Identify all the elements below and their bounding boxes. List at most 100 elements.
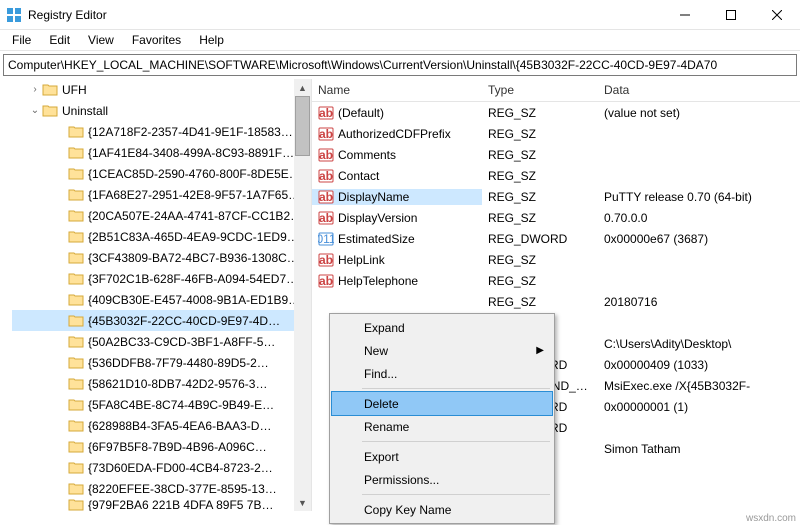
folder-icon <box>68 208 84 224</box>
folder-icon <box>68 145 84 161</box>
value-data: 0x00000e67 (3687) <box>604 232 708 246</box>
tree-label: {45B3032F-22CC-40CD-9E97-4D… <box>88 314 280 328</box>
tree-node[interactable]: {58621D10-8DB7-42D2-9576-3… <box>12 373 311 394</box>
tree-label: {536DDFB8-7F79-4480-89D5-2… <box>88 356 269 370</box>
scroll-thumb[interactable] <box>295 96 310 156</box>
svg-text:ab: ab <box>319 274 333 288</box>
menu-separator <box>362 388 550 389</box>
tree-label: {1AF41E84-3408-499A-8C93-8891F… <box>88 146 294 160</box>
menu-view[interactable]: View <box>80 31 122 49</box>
value-row[interactable]: REG_SZ20180716 <box>312 291 800 312</box>
column-name[interactable]: Name <box>312 83 482 97</box>
tree-node[interactable]: {3CF43809-BA72-4BC7-B936-1308C… <box>12 247 311 268</box>
value-type: REG_SZ <box>488 295 536 309</box>
value-type: REG_SZ <box>488 148 536 162</box>
tree-node[interactable]: {2B51C83A-465D-4EA9-9CDC-1ED9… <box>12 226 311 247</box>
tree-node[interactable]: {1FA68E27-2951-42E8-9F57-1A7F65… <box>12 184 311 205</box>
svg-text:ab: ab <box>319 169 333 183</box>
menu-item-export[interactable]: Export <box>332 445 552 468</box>
value-row[interactable]: abDisplayVersionREG_SZ0.70.0.0 <box>312 207 800 228</box>
string-value-icon: ab <box>318 273 334 289</box>
app-icon <box>6 7 22 23</box>
value-row[interactable]: ab(Default)REG_SZ(value not set) <box>312 102 800 123</box>
value-row[interactable]: abHelpTelephoneREG_SZ <box>312 270 800 291</box>
value-name: HelpLink <box>338 253 385 267</box>
value-row[interactable]: 011EstimatedSizeREG_DWORD0x00000e67 (368… <box>312 228 800 249</box>
tree-label: {1CEAC85D-2590-4760-800F-8DE5E… <box>88 167 301 181</box>
tree-label: {5FA8C4BE-8C74-4B9C-9B49-E… <box>88 398 274 412</box>
tree-node[interactable]: {50A2BC33-C9CD-3BF1-A8FF-5… <box>12 331 311 352</box>
scroll-up-icon[interactable]: ▲ <box>294 79 311 96</box>
menu-item-new[interactable]: New▶ <box>332 339 552 362</box>
tree-node[interactable]: {1AF41E84-3408-499A-8C93-8891F… <box>12 142 311 163</box>
window-title: Registry Editor <box>28 8 662 22</box>
tree-node[interactable]: {73D60EDA-FD00-4CB4-8723-2… <box>12 457 311 478</box>
menu-edit[interactable]: Edit <box>41 31 78 49</box>
string-value-icon: ab <box>318 252 334 268</box>
value-type: REG_SZ <box>488 106 536 120</box>
value-type: REG_SZ <box>488 253 536 267</box>
close-button[interactable] <box>754 0 800 30</box>
value-data: 0.70.0.0 <box>604 211 647 225</box>
tree-label: {3F702C1B-628F-46FB-A094-54ED7… <box>88 272 298 286</box>
value-name: EstimatedSize <box>338 232 415 246</box>
tree-label: {409CB30E-E457-4008-9B1A-ED1B9… <box>88 293 300 307</box>
submenu-arrow-icon: ▶ <box>536 345 544 356</box>
folder-icon <box>68 229 84 245</box>
tree-label: {8220EFEE-38CD-377E-8595-13… <box>88 482 277 496</box>
maximize-button[interactable] <box>708 0 754 30</box>
menu-item-find[interactable]: Find... <box>332 362 552 385</box>
tree-node[interactable]: {979F2BA6 221B 4DFA 89F5 7B… <box>12 499 311 511</box>
folder-icon <box>68 334 84 350</box>
column-data[interactable]: Data <box>598 83 800 97</box>
value-row[interactable]: ab HelpLink REG_SZ <box>312 249 800 270</box>
menu-item-delete[interactable]: Delete <box>332 392 552 415</box>
tree-node[interactable]: ⌄ Uninstall <box>12 100 311 121</box>
value-row[interactable]: abContactREG_SZ <box>312 165 800 186</box>
minimize-button[interactable] <box>662 0 708 30</box>
folder-icon <box>42 82 58 98</box>
expand-toggle[interactable]: ⌄ <box>28 105 42 116</box>
value-row[interactable]: abAuthorizedCDFPrefixREG_SZ <box>312 123 800 144</box>
tree-label: Uninstall <box>62 104 108 118</box>
menu-file[interactable]: File <box>4 31 39 49</box>
tree-node[interactable]: {536DDFB8-7F79-4480-89D5-2… <box>12 352 311 373</box>
tree-node[interactable]: {20CA507E-24AA-4741-87CF-CC1B2… <box>12 205 311 226</box>
address-text: Computer\HKEY_LOCAL_MACHINE\SOFTWARE\Mic… <box>8 58 717 72</box>
value-row[interactable]: abDisplayNameREG_SZPuTTY release 0.70 (6… <box>312 186 800 207</box>
string-value-icon: ab <box>318 147 334 163</box>
tree-node[interactable]: {409CB30E-E457-4008-9B1A-ED1B9… <box>12 289 311 310</box>
address-bar[interactable]: Computer\HKEY_LOCAL_MACHINE\SOFTWARE\Mic… <box>3 54 797 76</box>
tree-node[interactable]: {12A718F2-2357-4D41-9E1F-18583… <box>12 121 311 142</box>
tree-node[interactable]: {628988B4-3FA5-4EA6-BAA3-D… <box>12 415 311 436</box>
value-name: (Default) <box>338 106 384 120</box>
scroll-down-icon[interactable]: ▼ <box>294 494 311 511</box>
expand-toggle[interactable]: › <box>28 84 42 95</box>
tree-node[interactable]: {1CEAC85D-2590-4760-800F-8DE5E… <box>12 163 311 184</box>
menu-favorites[interactable]: Favorites <box>124 31 189 49</box>
svg-text:ab: ab <box>319 127 333 141</box>
folder-icon <box>42 103 58 119</box>
tree-pane[interactable]: ›UFH ⌄ Uninstall {12A718F2-2357-4D41-9E1F-1… <box>0 79 312 511</box>
string-value-icon: ab <box>318 105 334 121</box>
menu-help[interactable]: Help <box>191 31 232 49</box>
value-row[interactable]: abCommentsREG_SZ <box>312 144 800 165</box>
menu-item-permissions[interactable]: Permissions... <box>332 468 552 491</box>
svg-text:ab: ab <box>319 190 333 204</box>
tree-label: {50A2BC33-C9CD-3BF1-A8FF-5… <box>88 335 275 349</box>
tree-node[interactable]: ›UFH <box>12 79 311 100</box>
column-type[interactable]: Type <box>482 83 598 97</box>
tree-node[interactable]: {45B3032F-22CC-40CD-9E97-4D… <box>12 310 311 331</box>
menu-item-expand[interactable]: Expand <box>332 316 552 339</box>
tree-node[interactable]: {3F702C1B-628F-46FB-A094-54ED7… <box>12 268 311 289</box>
menu-item-copy-key-name[interactable]: Copy Key Name <box>332 498 552 521</box>
folder-icon <box>68 376 84 392</box>
tree-node[interactable]: {5FA8C4BE-8C74-4B9C-9B49-E… <box>12 394 311 415</box>
value-type: REG_SZ <box>488 274 536 288</box>
tree-label: {73D60EDA-FD00-4CB4-8723-2… <box>88 461 273 475</box>
menu-item-rename[interactable]: Rename <box>332 415 552 438</box>
tree-node[interactable]: {6F97B5F8-7B9D-4B96-A096C… <box>12 436 311 457</box>
tree-scrollbar[interactable]: ▲ ▼ <box>294 79 311 511</box>
tree-label: {6F97B5F8-7B9D-4B96-A096C… <box>88 440 267 454</box>
tree-node[interactable]: {8220EFEE-38CD-377E-8595-13… <box>12 478 311 499</box>
